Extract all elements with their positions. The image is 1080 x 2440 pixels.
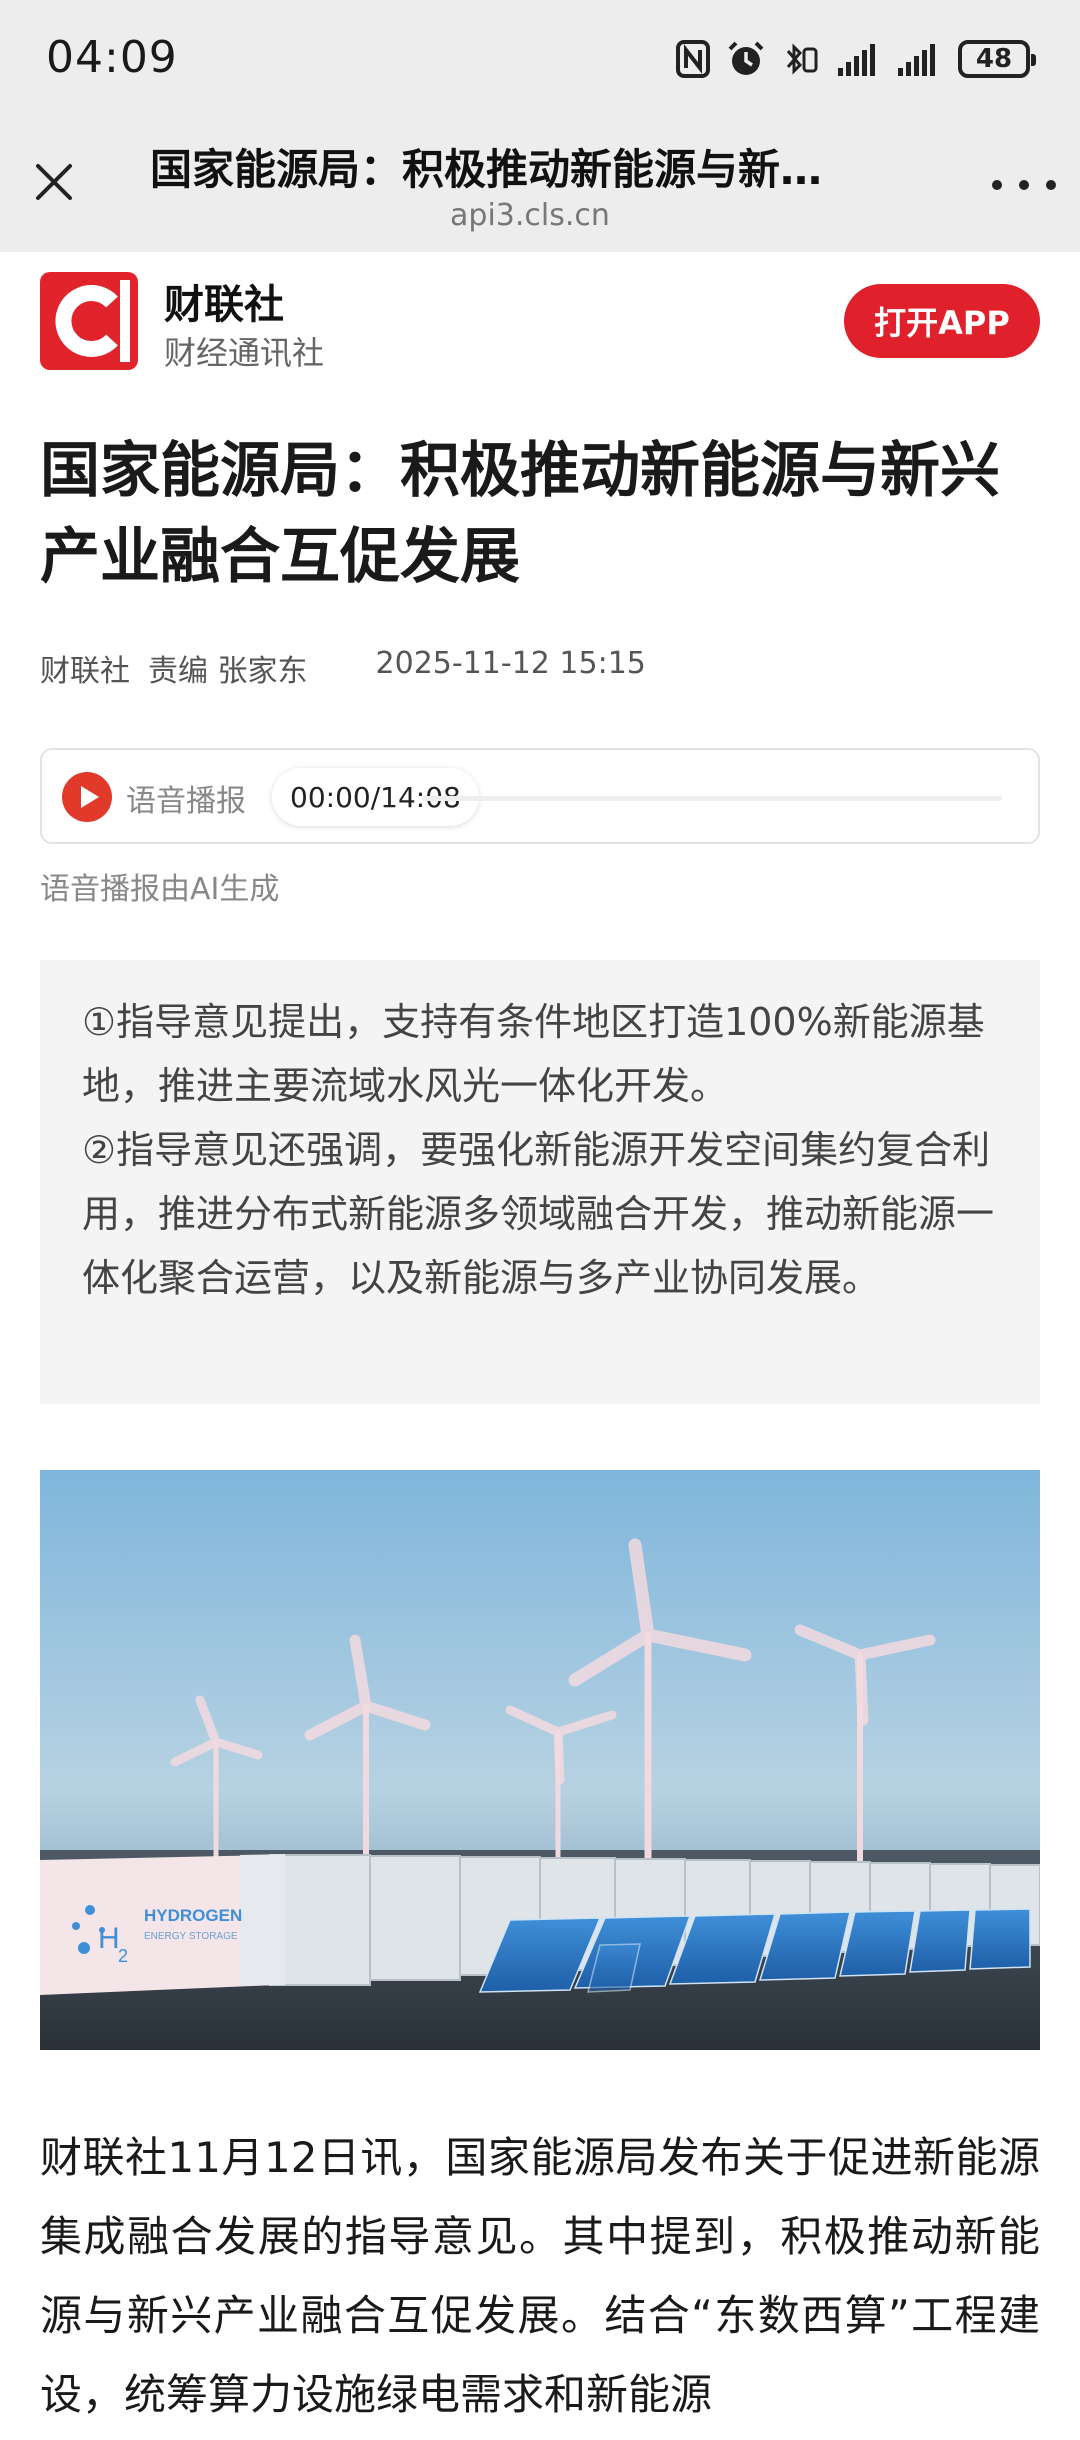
audio-note: 语音播报由AI生成 [40, 872, 280, 907]
h2-label: H [98, 1922, 120, 1955]
article-date: 2025-11-12 15:15 [375, 646, 646, 681]
container-sub: ENERGY STORAGE [144, 1931, 238, 1942]
status-time: 04:09 [46, 32, 178, 83]
page-title: 国家能源局：积极推动新能源与新… [150, 145, 823, 194]
more-options-button[interactable] [992, 170, 1056, 200]
article-body: 财联社11月12日讯，国家能源局发布关于促进新能源集成融合发展的指导意见。其中提… [40, 2133, 1040, 2419]
close-icon [36, 164, 72, 200]
publisher-name: 财联社 [164, 282, 284, 328]
more-dot-icon [1046, 180, 1056, 190]
audio-progress-track[interactable] [422, 796, 1002, 801]
summary-point-2: ②指导意见还强调，要强化新能源开发空间集约复合利用，推进分布式新能源多领域融合开… [82, 1128, 995, 1300]
summary-box: ①指导意见提出，支持有条件地区打造100%新能源基地，推进主要流域水风光一体化开… [40, 960, 1040, 1404]
article-source: 财联社 [40, 654, 130, 689]
publisher-subtitle: 财经通讯社 [164, 334, 325, 372]
h2-subscript: 2 [118, 1946, 128, 1966]
publisher-logo [40, 272, 138, 370]
publisher-bar: 财联社 财经通讯社 打开APP [0, 252, 1080, 382]
play-button[interactable] [62, 772, 112, 822]
browser-header: 国家能源局：积极推动新能源与新… api3.cls.cn [0, 120, 1080, 252]
alarm-icon [726, 39, 766, 79]
page-url: api3.cls.cn [450, 198, 610, 233]
container-brand: HYDROGEN [144, 1906, 242, 1925]
more-dot-icon [992, 180, 1002, 190]
article-headline: 国家能源局：积极推动新能源与新兴产业融合互促发展 [40, 436, 1000, 592]
article-editor: 责编 张家东 [148, 654, 308, 689]
status-icons: 48 [676, 34, 1036, 84]
article-meta: 财联社 责编 张家东 2025-11-12 15:15 [40, 646, 646, 690]
audio-player: 语音播报 00:00/14:08 [40, 748, 1040, 844]
bluetooth-vibrate-icon [782, 39, 822, 79]
status-bar: 04:09 48 [0, 0, 1080, 120]
audio-label: 语音播报 [126, 784, 246, 819]
signal-2-icon [898, 42, 942, 76]
open-app-button[interactable]: 打开APP [844, 284, 1040, 358]
nfc-icon [676, 40, 710, 78]
article-image: H 2 HYDROGEN ENERGY STORAGE [40, 1470, 1040, 2050]
hydrogen-container: H 2 HYDROGEN ENERGY STORAGE [40, 1854, 285, 1995]
close-button[interactable] [30, 158, 78, 206]
more-dot-icon [1019, 180, 1029, 190]
signal-1-icon [838, 42, 882, 76]
cls-logo-icon [55, 280, 130, 362]
battery-icon: 48 [958, 40, 1036, 78]
summary-point-1: ①指导意见提出，支持有条件地区打造100%新能源基地，推进主要流域水风光一体化开… [82, 1000, 985, 1108]
